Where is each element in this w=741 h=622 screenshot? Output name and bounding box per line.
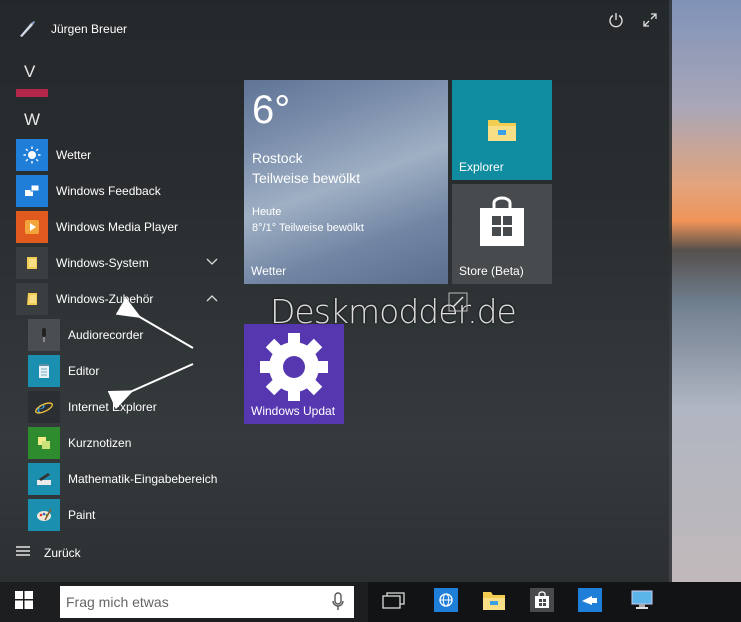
- windows-logo-icon: [15, 590, 33, 614]
- app-windows-feedback[interactable]: Windows Feedback: [16, 175, 161, 207]
- folder-icon: [16, 283, 48, 315]
- section-letter-w[interactable]: W: [24, 110, 40, 130]
- tile-name: Wetter: [251, 264, 287, 278]
- weather-forecast: 8°/1° Teilweise bewölkt: [252, 222, 364, 234]
- section-letter-v[interactable]: V: [24, 62, 35, 82]
- monitor-icon: [630, 589, 654, 616]
- paint-icon: [28, 499, 60, 531]
- app-windows-zubehoer[interactable]: Windows-Zubehör: [16, 283, 218, 315]
- taskbar-apps: [368, 582, 741, 622]
- tile-name: Explorer: [459, 160, 504, 174]
- watermark-text: Deskmodder.de: [270, 292, 517, 331]
- back-button[interactable]: Zurück: [16, 545, 81, 560]
- app-audiorecorder[interactable]: Audiorecorder: [28, 319, 143, 351]
- start-button[interactable]: [0, 582, 48, 622]
- tile-name: Windows Updat: [251, 404, 336, 418]
- app-editor[interactable]: Editor: [28, 355, 99, 387]
- taskbar-pc[interactable]: [620, 582, 664, 622]
- app-label: Windows-System: [56, 256, 149, 270]
- media-player-icon: [16, 211, 48, 243]
- app-label: Internet Explorer: [68, 400, 157, 414]
- taskbar-feedback[interactable]: [568, 582, 612, 622]
- math-input-icon: [28, 463, 60, 495]
- taskbar: [0, 582, 741, 622]
- taskbar-store[interactable]: [520, 582, 564, 622]
- app-paint[interactable]: Paint: [28, 499, 95, 531]
- app-mathematik-eingabebereich[interactable]: Mathematik-Eingabebereich: [28, 463, 217, 495]
- hamburger-icon: [16, 545, 30, 560]
- power-icon[interactable]: [608, 12, 624, 33]
- app-label: Paint: [68, 508, 96, 522]
- sun-icon: [16, 139, 48, 171]
- wallpaper-sunset: [669, 0, 741, 582]
- resize-handle-icon[interactable]: [448, 292, 468, 312]
- task-view-button[interactable]: [372, 582, 416, 622]
- app-label: Windows Media Player: [56, 220, 179, 234]
- folder-icon: [16, 247, 48, 279]
- user-account[interactable]: Jürgen Breuer: [16, 16, 127, 42]
- sticky-notes-icon: [28, 427, 60, 459]
- app-windows-media-player[interactable]: Windows Media Player: [16, 211, 178, 243]
- tile-store[interactable]: Store (Beta): [452, 184, 552, 284]
- notepad-icon: [28, 355, 60, 387]
- store-bag-icon: [479, 196, 525, 253]
- app-label: Kurznotizen: [68, 436, 132, 450]
- chevron-up-icon[interactable]: [206, 293, 218, 305]
- search-box[interactable]: [60, 586, 354, 618]
- app-label: Windows-Zubehör: [56, 292, 154, 306]
- feedback-icon: [16, 175, 48, 207]
- expand-icon[interactable]: [642, 12, 658, 33]
- folder-icon: [482, 589, 506, 616]
- taskbar-browser[interactable]: [424, 582, 468, 622]
- globe-icon: [434, 587, 458, 617]
- app-windows-system[interactable]: Windows-System: [16, 247, 218, 279]
- start-menu: Jürgen Breuer V W Wetter Windows Feedbac…: [0, 0, 672, 582]
- folder-icon: [487, 116, 517, 147]
- app-wetter[interactable]: Wetter: [16, 139, 91, 171]
- microphone-icon[interactable]: [332, 592, 344, 617]
- user-name: Jürgen Breuer: [51, 22, 128, 36]
- tile-weather[interactable]: 6° Rostock Teilweise bewölkt Heute 8°/1°…: [244, 80, 448, 284]
- feedback-icon: [578, 587, 602, 617]
- app-label: Editor: [68, 364, 100, 378]
- search-input[interactable]: [64, 593, 318, 611]
- tile-windows-update[interactable]: Windows Updat: [244, 324, 344, 424]
- gear-icon: [257, 330, 331, 409]
- app-internet-explorer[interactable]: e Internet Explorer: [28, 391, 157, 423]
- app-label: Audiorecorder: [68, 328, 144, 342]
- app-label: Mathematik-Eingabebereich: [68, 472, 218, 486]
- weather-condition: Teilweise bewölkt: [252, 170, 361, 186]
- microphone-icon: [28, 319, 60, 351]
- store-bag-icon: [530, 587, 554, 617]
- app-label: Wetter: [56, 148, 92, 162]
- weather-temperature: 6°: [252, 88, 291, 132]
- app-label: Windows Feedback: [56, 184, 161, 198]
- app-kurznotizen[interactable]: Kurznotizen: [28, 427, 131, 459]
- internet-explorer-icon: e: [28, 391, 60, 423]
- back-label: Zurück: [44, 545, 81, 560]
- section-accent-bar: [16, 89, 48, 97]
- taskbar-explorer[interactable]: [472, 582, 516, 622]
- tile-explorer[interactable]: Explorer: [452, 80, 552, 180]
- tile-name: Store (Beta): [459, 264, 524, 278]
- weather-city: Rostock: [252, 150, 303, 166]
- task-view-icon: [382, 591, 406, 614]
- user-avatar-icon: [16, 18, 38, 40]
- weather-today-label: Heute: [252, 206, 282, 218]
- chevron-down-icon[interactable]: [206, 257, 218, 269]
